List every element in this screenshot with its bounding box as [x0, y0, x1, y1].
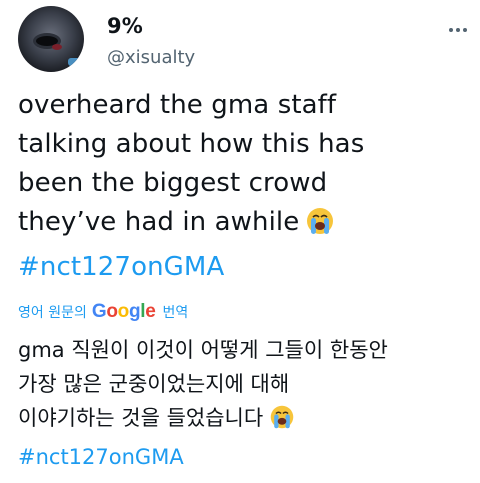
translation-label: 영어 원문의 [18, 305, 87, 321]
translation-suffix: 번역 [162, 305, 189, 321]
avatar-detail [68, 58, 82, 66]
translated-line: 이야기하는 것을 들었습니다 [18, 406, 264, 430]
google-logo-letter: o [117, 301, 130, 322]
more-options-button[interactable] [446, 18, 470, 42]
user-handle[interactable]: @xisualty [107, 47, 195, 68]
google-logo: G o o g l e [92, 301, 156, 323]
tweet-line-with-emoji: they’ve had in awhile [18, 203, 468, 248]
loudly-crying-face-icon [269, 404, 295, 440]
avatar-detail [52, 44, 62, 50]
tweet-text: overheard the gma staff talking about ho… [18, 86, 468, 287]
tweet-line: talking about how this has [18, 129, 365, 159]
translated-line-with-emoji: 이야기하는 것을 들었습니다 [18, 401, 468, 440]
avatar[interactable] [18, 6, 84, 72]
hashtag-link[interactable]: #nct127onGMA [18, 440, 468, 474]
tweet-line: overheard the gma staff [18, 90, 337, 120]
google-logo-letter: G [91, 301, 107, 322]
translated-line: 가장 많은 군중이었는지에 대해 [18, 372, 290, 396]
tweet-line: they’ve had in awhile [18, 207, 300, 237]
loudly-crying-face-icon [305, 206, 335, 248]
translated-line: gma 직원이 이것이 어떻게 그들이 한동안 [18, 338, 388, 362]
translated-text: gma 직원이 이것이 어떻게 그들이 한동안 가장 많은 군중이었는지에 대해… [18, 333, 468, 474]
tweet-line: been the biggest crowd [18, 168, 328, 198]
google-logo-letter: o [106, 301, 118, 322]
more-options-icon [449, 28, 467, 32]
google-logo-letter: e [145, 301, 156, 322]
translation-attribution[interactable]: 영어 원문의 G o o g l e 번역 [18, 301, 188, 323]
display-name[interactable]: 9% [107, 14, 143, 38]
google-logo-letter: g [128, 301, 141, 322]
hashtag-link[interactable]: #nct127onGMA [18, 248, 468, 287]
